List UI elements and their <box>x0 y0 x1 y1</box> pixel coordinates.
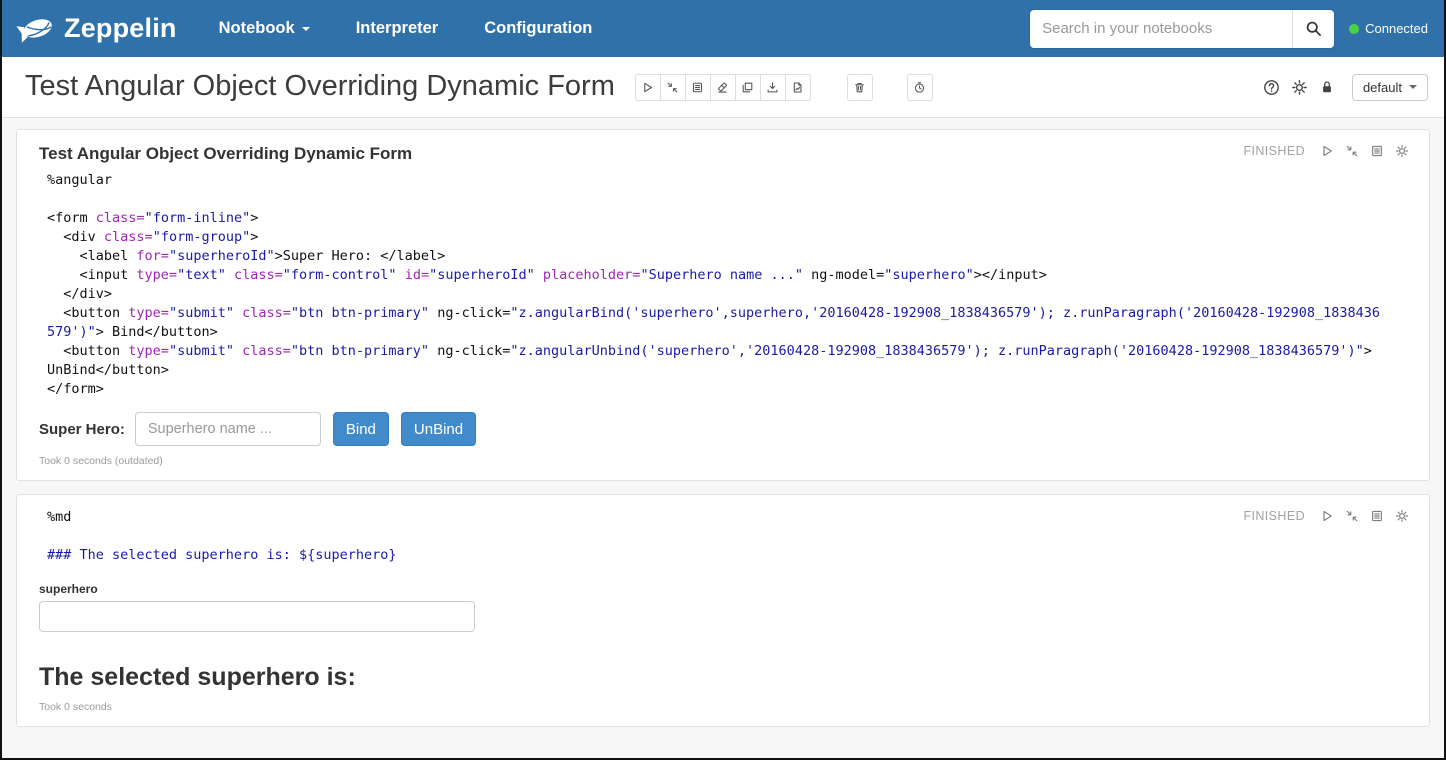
export-note-button[interactable] <box>760 74 786 101</box>
paragraph-hide-output-button[interactable] <box>1370 509 1384 523</box>
question-circle-icon <box>1263 79 1280 96</box>
caret-down-icon <box>302 27 310 31</box>
bind-button[interactable]: Bind <box>333 412 389 446</box>
zeppelin-logo-icon <box>16 9 56 49</box>
unbind-button[interactable]: UnBind <box>401 412 476 446</box>
nav-notebook-label: Notebook <box>219 19 295 38</box>
paragraph-run-button[interactable] <box>1320 144 1334 158</box>
book-icon <box>1370 509 1384 523</box>
note-actions-group <box>635 74 811 101</box>
gear-icon <box>1395 509 1409 523</box>
paragraph-1-controls: FINISHED <box>1243 144 1409 158</box>
run-all-button[interactable] <box>635 74 661 101</box>
notebook-body: FINISHED Test Angular Object Overriding … <box>2 118 1444 758</box>
paragraph-run-button[interactable] <box>1320 509 1334 523</box>
top-navbar: Zeppelin Notebook Interpreter Configurat… <box>2 0 1444 57</box>
zeppelin-app: Zeppelin Notebook Interpreter Configurat… <box>0 0 1446 760</box>
paragraph-status: FINISHED <box>1243 509 1305 523</box>
paragraph-settings-button[interactable] <box>1395 509 1409 523</box>
paragraph-hide-editor-button[interactable] <box>1345 144 1359 158</box>
paragraph-status: FINISHED <box>1243 144 1305 158</box>
view-mode-label: default <box>1363 80 1402 95</box>
dynamic-form-label: superhero <box>39 582 1429 596</box>
superhero-name-input[interactable] <box>135 412 321 446</box>
main-menu: Notebook Interpreter Configuration <box>219 19 593 38</box>
nav-configuration[interactable]: Configuration <box>484 19 592 38</box>
notebook-search <box>1030 10 1334 48</box>
eraser-icon <box>716 81 729 94</box>
connection-status-label: Connected <box>1365 21 1428 36</box>
caret-down-icon <box>1409 85 1417 89</box>
paragraph-hide-editor-button[interactable] <box>1345 509 1359 523</box>
download-icon <box>766 81 779 94</box>
interpreter-binding-button[interactable] <box>1291 79 1308 96</box>
connected-status-dot <box>1349 24 1359 34</box>
hide-code-button[interactable] <box>660 74 686 101</box>
page-export-icon <box>791 81 804 94</box>
compress-icon <box>666 81 679 94</box>
clone-note-button[interactable] <box>735 74 761 101</box>
version-note-button[interactable] <box>785 74 811 101</box>
clear-output-button[interactable] <box>710 74 736 101</box>
note-title[interactable]: Test Angular Object Overriding Dynamic F… <box>25 70 615 103</box>
p2-code-editor[interactable]: %md ### The selected superhero is: ${sup… <box>17 495 1429 565</box>
scheduler-button[interactable] <box>907 74 933 101</box>
paragraph-hide-output-button[interactable] <box>1370 144 1384 158</box>
paragraph-2-controls: FINISHED <box>1243 509 1409 523</box>
rendered-markdown-heading: The selected superhero is: <box>39 663 1429 692</box>
paragraph-2: FINISHED %md ### The selected superhero … <box>16 494 1430 727</box>
navbar-right: Connected <box>1030 10 1428 48</box>
search-button[interactable] <box>1292 10 1334 48</box>
trash-icon <box>853 81 866 94</box>
paragraph-settings-button[interactable] <box>1395 144 1409 158</box>
connection-status: Connected <box>1349 21 1428 36</box>
p1-code-editor[interactable]: %angular <form class="form-inline"> <div… <box>17 164 1429 399</box>
paragraph-title: Test Angular Object Overriding Dynamic F… <box>17 130 1429 164</box>
shortcuts-button[interactable] <box>1263 79 1280 96</box>
paragraph-1: FINISHED Test Angular Object Overriding … <box>16 129 1430 481</box>
play-icon <box>1320 509 1334 523</box>
delete-note-button[interactable] <box>847 74 873 101</box>
p2-execution-time: Took 0 seconds <box>39 701 1429 726</box>
superhero-form-label: Super Hero: <box>39 421 125 438</box>
home-brand-link[interactable]: Zeppelin <box>16 9 177 49</box>
p1-result-form: Super Hero: Bind UnBind <box>39 412 1429 446</box>
nav-interpreter[interactable]: Interpreter <box>356 19 439 38</box>
gear-icon <box>1291 79 1308 96</box>
view-mode-dropdown[interactable]: default <box>1352 74 1428 101</box>
brand-name: Zeppelin <box>64 13 177 44</box>
nav-notebook[interactable]: Notebook <box>219 19 310 38</box>
clock-icon <box>913 81 926 94</box>
gear-icon <box>1395 144 1409 158</box>
search-input[interactable] <box>1030 10 1292 48</box>
book-icon <box>691 81 704 94</box>
dynamic-form-superhero-input[interactable] <box>39 601 475 632</box>
p1-execution-time: Took 0 seconds (outdated) <box>39 455 1429 480</box>
lock-icon <box>1319 79 1335 95</box>
clone-icon <box>741 81 754 94</box>
run-all-icon <box>641 81 654 94</box>
book-icon <box>1370 144 1384 158</box>
hide-output-button[interactable] <box>685 74 711 101</box>
play-icon <box>1320 144 1334 158</box>
permissions-button[interactable] <box>1319 79 1335 95</box>
note-toolbar: Test Angular Object Overriding Dynamic F… <box>2 57 1444 118</box>
compress-icon <box>1345 509 1359 523</box>
note-toolbar-right: default <box>1263 74 1428 101</box>
compress-icon <box>1345 144 1359 158</box>
search-icon <box>1305 20 1322 37</box>
